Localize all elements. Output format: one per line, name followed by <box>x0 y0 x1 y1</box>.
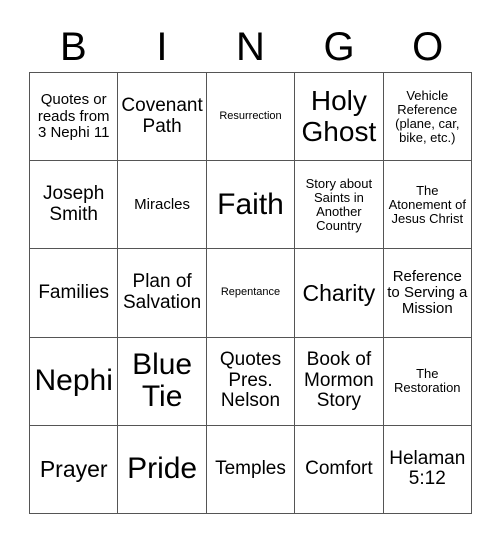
bingo-cell-b3[interactable]: Families <box>30 249 119 338</box>
bingo-cell-text: Quotes Pres. Nelson <box>219 349 282 412</box>
bingo-cell-text: Charity <box>302 279 376 306</box>
bingo-cell-b2[interactable]: Joseph Smith <box>30 161 119 250</box>
bingo-cell-n4[interactable]: Quotes Pres. Nelson <box>206 337 296 426</box>
bingo-cell-i4[interactable]: Blue Tie <box>118 337 207 426</box>
bingo-cell-text: Reference to Serving a Mission <box>387 267 468 318</box>
bingo-header-letter-i: I <box>156 25 168 69</box>
bingo-cell-text: Temples <box>215 458 286 480</box>
bingo-cell-text: Story about Saints in Another Country <box>305 175 373 233</box>
bingo-cell-text: The Restoration <box>394 366 461 396</box>
bingo-cell-i3[interactable]: Plan of Salvation <box>118 249 207 338</box>
bingo-cell-g2[interactable]: Story about Saints in Another Country <box>295 161 384 250</box>
bingo-cell-text: Quotes or reads from 3 Nephi 11 <box>37 91 110 141</box>
bingo-cell-n3[interactable]: Repentance <box>206 249 296 338</box>
bingo-cell-i1[interactable]: Covenant Path <box>118 73 207 162</box>
bingo-cell-text: Families <box>38 281 110 303</box>
bingo-cell-text: Nephi <box>34 364 113 397</box>
bingo-cell-text: Prayer <box>39 455 108 482</box>
bingo-cell-text: Repentance <box>220 286 281 299</box>
bingo-header-letter-o: O <box>412 25 444 69</box>
bingo-cell-n2[interactable]: Faith <box>206 161 296 250</box>
bingo-cell-text: The Atonement of Jesus Christ <box>388 182 466 226</box>
bingo-cell-text: Pride <box>127 452 198 486</box>
bingo-cell-n1[interactable]: Resurrection <box>206 73 296 162</box>
bingo-cell-i5[interactable]: Pride <box>118 425 207 514</box>
bingo-header-letter-g: G <box>323 25 355 69</box>
bingo-cell-text: Holy Ghost <box>301 85 377 147</box>
bingo-cell-text: Joseph Smith <box>43 183 105 225</box>
bingo-cell-b1[interactable]: Quotes or reads from 3 Nephi 11 <box>30 73 119 162</box>
bingo-cell-text: Miracles <box>134 195 191 213</box>
bingo-cell-text: Helaman 5:12 <box>389 447 466 490</box>
bingo-cell-o4[interactable]: The Restoration <box>383 337 472 426</box>
bingo-card: B I N G O Quotes or reads from 3 Nephi 1… <box>29 22 472 514</box>
bingo-cell-o1[interactable]: Vehicle Reference (plane, car, bike, etc… <box>383 73 472 162</box>
bingo-cell-text: Plan of Salvation <box>123 271 202 313</box>
bingo-header-letter-b: B <box>59 25 87 69</box>
bingo-cell-text: Covenant Path <box>121 95 203 137</box>
bingo-cell-text: Resurrection <box>219 109 282 122</box>
bingo-cell-o5[interactable]: Helaman 5:12 <box>383 425 472 514</box>
bingo-cell-g3[interactable]: Charity <box>295 249 384 338</box>
bingo-cell-text: Blue Tie <box>132 347 193 414</box>
bingo-cell-b4[interactable]: Nephi <box>30 337 119 426</box>
bingo-header-letter-n: N <box>236 25 265 69</box>
bingo-cell-g5[interactable]: Comfort <box>295 425 384 514</box>
bingo-cell-i2[interactable]: Miracles <box>118 161 207 250</box>
bingo-cell-text: Book of Mormon Story <box>304 349 374 412</box>
bingo-header-row: B I N G O <box>29 22 472 72</box>
bingo-cell-g4[interactable]: Book of Mormon Story <box>295 337 384 426</box>
bingo-cell-text: Faith <box>217 187 284 221</box>
bingo-cell-text: Comfort <box>305 458 373 480</box>
bingo-cell-g1[interactable]: Holy Ghost <box>295 73 384 162</box>
bingo-cell-b5[interactable]: Prayer <box>30 425 119 514</box>
bingo-cell-o2[interactable]: The Atonement of Jesus Christ <box>383 161 472 250</box>
bingo-cell-text: Vehicle Reference (plane, car, bike, etc… <box>395 87 460 145</box>
bingo-cell-o3[interactable]: Reference to Serving a Mission <box>383 249 472 338</box>
bingo-cell-n5[interactable]: Temples <box>206 425 296 514</box>
bingo-grid: Quotes or reads from 3 Nephi 11 Covenant… <box>29 72 472 514</box>
